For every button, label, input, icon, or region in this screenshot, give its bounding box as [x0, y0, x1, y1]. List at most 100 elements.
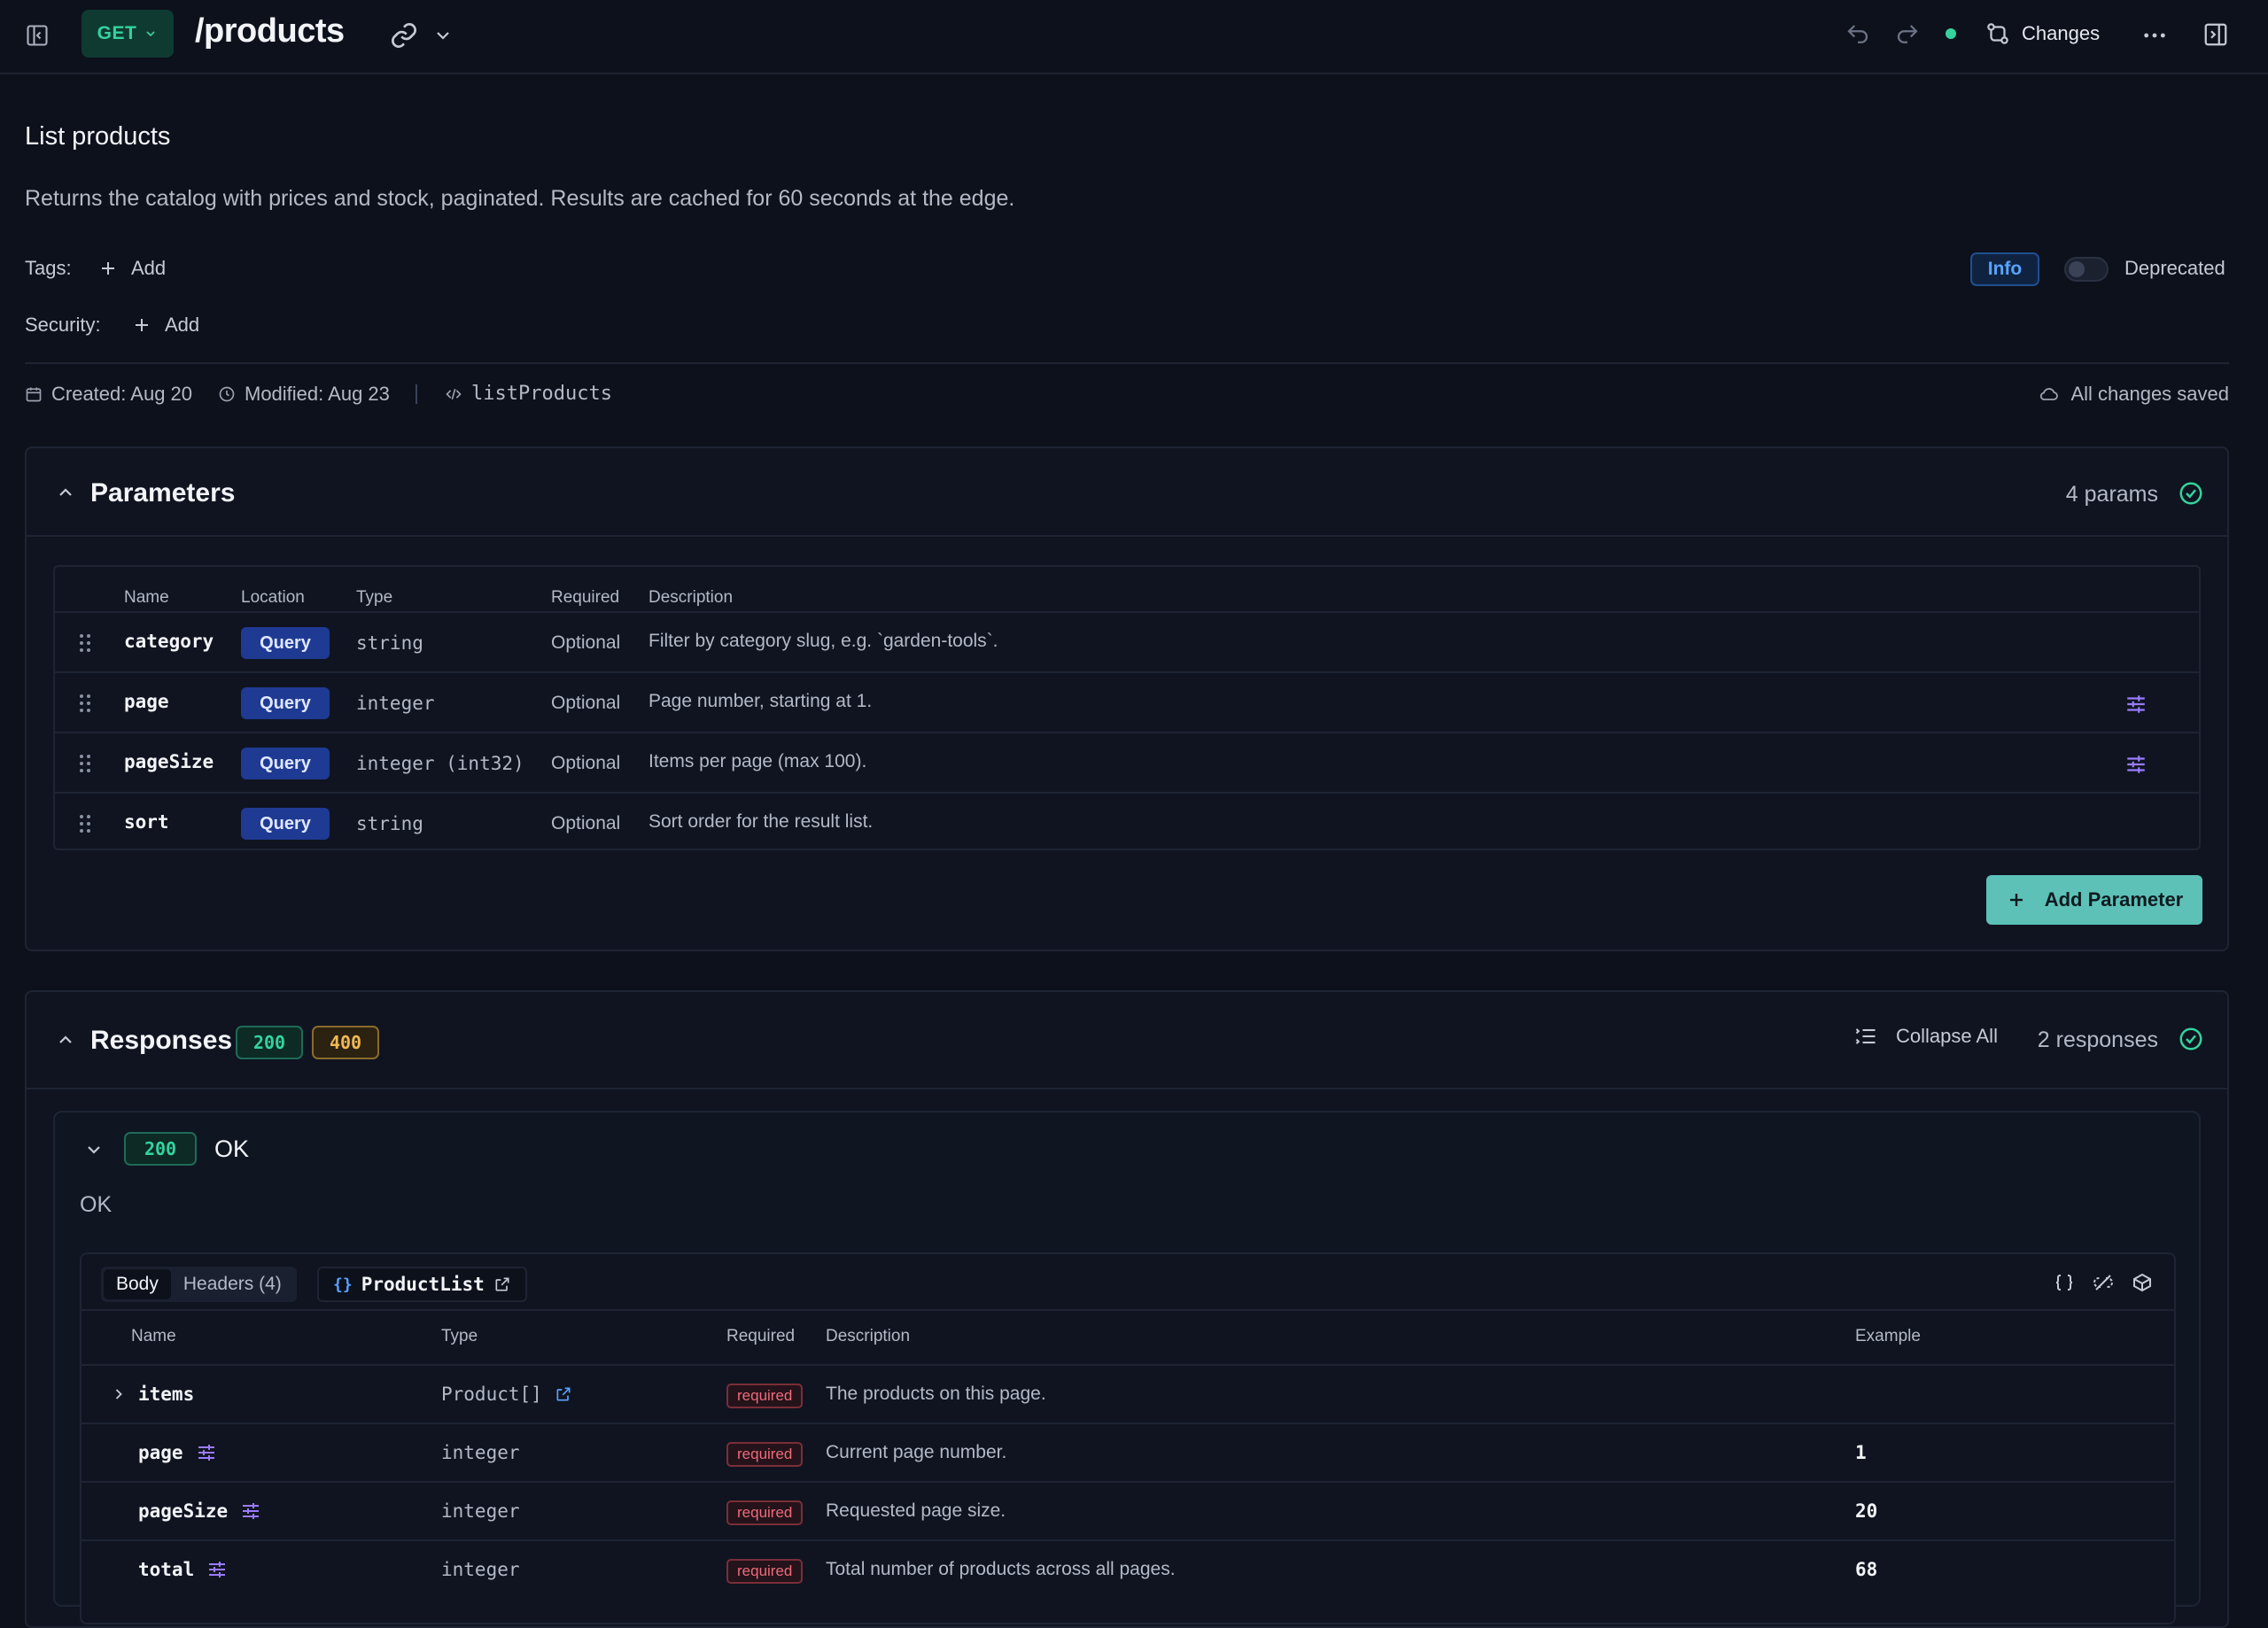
property-description[interactable]: Total number of products across all page… — [826, 1559, 1176, 1580]
chevron-right-icon[interactable] — [110, 1385, 128, 1403]
right-panel-toggle-icon[interactable] — [2202, 21, 2229, 48]
required-badge[interactable]: required — [726, 1442, 804, 1467]
operation-summary[interactable]: List products — [25, 122, 170, 151]
property-description[interactable]: Current page number. — [826, 1442, 1006, 1463]
drag-handle-icon[interactable] — [78, 632, 92, 654]
property-name[interactable]: items — [138, 1384, 194, 1405]
parameter-type[interactable]: integer (int32) — [356, 753, 524, 774]
property-type[interactable]: integer — [441, 1500, 520, 1522]
constraints-icon[interactable] — [196, 1442, 217, 1463]
response-status-code[interactable]: 200 — [124, 1132, 197, 1166]
required-badge[interactable]: required — [726, 1500, 804, 1525]
required-badge[interactable]: required — [726, 1559, 804, 1584]
package-icon[interactable] — [2132, 1272, 2153, 1293]
external-link-icon[interactable] — [555, 1385, 572, 1403]
tab-headers[interactable]: Headers (4) — [171, 1269, 294, 1299]
response-status-text[interactable]: OK — [214, 1136, 249, 1163]
info-badge[interactable]: Info — [1970, 252, 2039, 286]
drag-handle-icon[interactable] — [78, 693, 92, 714]
operation-id[interactable]: listProducts — [445, 383, 612, 405]
property-example[interactable]: 68 — [1855, 1559, 1877, 1580]
undo-icon[interactable] — [1845, 21, 1871, 48]
column-header-name: Name — [131, 1327, 176, 1345]
location-badge[interactable]: Query — [241, 748, 330, 779]
parameter-type[interactable]: integer — [356, 693, 435, 714]
parameter-row[interactable]: sort Query string Optional Sort order fo… — [55, 792, 2199, 852]
property-type[interactable]: integer — [441, 1559, 520, 1580]
method-selector-button[interactable]: GET — [82, 10, 174, 58]
link-icon[interactable] — [390, 21, 418, 50]
responses-header[interactable]: Responses 200 400 Collapse All 2 respons… — [27, 992, 2227, 1089]
parameter-required[interactable]: Optional — [551, 753, 620, 774]
property-row[interactable]: total integer required Total number of p… — [82, 1539, 2174, 1598]
add-security-button[interactable]: Add — [131, 314, 199, 337]
location-badge[interactable]: Query — [241, 687, 330, 719]
parameter-required[interactable]: Optional — [551, 813, 620, 834]
parameter-description[interactable]: Filter by category slug, e.g. `garden-to… — [649, 631, 998, 652]
schema-reference-button[interactable]: {} ProductList — [317, 1267, 527, 1302]
unlink-icon[interactable] — [2093, 1272, 2114, 1293]
operation-id-text: listProducts — [471, 383, 612, 405]
constraints-icon[interactable] — [2124, 693, 2148, 716]
property-row[interactable]: items Product[] required The products on… — [82, 1364, 2174, 1423]
status-code-400-badge[interactable]: 400 — [312, 1026, 379, 1059]
calendar-icon — [26, 387, 42, 402]
drag-handle-icon[interactable] — [78, 753, 92, 774]
add-parameter-button[interactable]: Add Parameter — [1986, 875, 2202, 925]
parameter-name[interactable]: sort — [124, 811, 169, 833]
property-type[interactable]: integer — [441, 1442, 520, 1463]
parameter-description[interactable]: Page number, starting at 1. — [649, 691, 872, 712]
parameter-row[interactable]: page Query integer Optional Page number,… — [55, 671, 2199, 732]
parameter-required[interactable]: Optional — [551, 632, 620, 654]
sidebar-toggle-icon[interactable] — [25, 23, 50, 48]
constraints-icon[interactable] — [206, 1559, 228, 1580]
chevron-up-icon[interactable] — [55, 482, 76, 503]
property-row[interactable]: page integer required Current page numbe… — [82, 1423, 2174, 1481]
chevron-down-icon[interactable] — [432, 25, 454, 46]
collapse-all-button[interactable]: Collapse All — [1853, 1024, 1998, 1049]
add-tag-button[interactable]: Add — [97, 257, 166, 280]
required-badge[interactable]: required — [726, 1384, 804, 1408]
plus-icon — [102, 262, 114, 275]
property-row[interactable]: pageSize integer required Requested page… — [82, 1481, 2174, 1539]
chevron-down-icon[interactable] — [83, 1139, 105, 1160]
plus-icon — [136, 319, 148, 331]
status-code-200-badge[interactable]: 200 — [236, 1026, 303, 1059]
property-example[interactable]: 1 — [1855, 1442, 1867, 1463]
property-description[interactable]: The products on this page. — [826, 1384, 1046, 1405]
parameter-row[interactable]: pageSize Query integer (int32) Optional … — [55, 732, 2199, 792]
parameter-description[interactable]: Items per page (max 100). — [649, 751, 866, 772]
parameter-type[interactable]: string — [356, 813, 423, 834]
property-description[interactable]: Requested page size. — [826, 1500, 1006, 1522]
property-type[interactable]: Product[] — [441, 1384, 572, 1405]
property-name[interactable]: page — [138, 1442, 217, 1463]
parameter-name[interactable]: category — [124, 631, 214, 652]
parameter-type[interactable]: string — [356, 632, 423, 654]
parameter-required[interactable]: Optional — [551, 693, 620, 714]
parameter-name[interactable]: pageSize — [124, 751, 214, 772]
drag-handle-icon[interactable] — [78, 813, 92, 834]
json-braces-icon[interactable] — [2054, 1272, 2075, 1293]
tab-body[interactable]: Body — [104, 1269, 171, 1299]
column-header-type: Type — [356, 588, 393, 607]
security-label: Security: — [25, 314, 101, 336]
parameter-description[interactable]: Sort order for the result list. — [649, 811, 873, 833]
endpoint-path[interactable]: /products — [195, 12, 345, 50]
operation-description[interactable]: Returns the catalog with prices and stoc… — [25, 186, 1014, 212]
deprecated-toggle[interactable] — [2064, 257, 2109, 282]
property-example[interactable]: 20 — [1855, 1500, 1877, 1522]
constraints-icon[interactable] — [240, 1500, 261, 1522]
property-name[interactable]: pageSize — [138, 1500, 261, 1522]
changes-button[interactable]: Changes — [1984, 18, 2100, 50]
chevron-up-icon[interactable] — [55, 1029, 76, 1050]
location-badge[interactable]: Query — [241, 808, 330, 840]
property-name[interactable]: total — [138, 1559, 228, 1580]
constraints-icon[interactable] — [2124, 753, 2148, 776]
redo-icon[interactable] — [1894, 21, 1921, 48]
parameters-header[interactable]: Parameters 4 params — [27, 448, 2227, 537]
response-description[interactable]: OK — [80, 1192, 112, 1218]
more-options-icon[interactable] — [2140, 21, 2169, 50]
parameter-row[interactable]: category Query string Optional Filter by… — [55, 611, 2199, 671]
parameter-name[interactable]: page — [124, 691, 169, 712]
location-badge[interactable]: Query — [241, 627, 330, 659]
